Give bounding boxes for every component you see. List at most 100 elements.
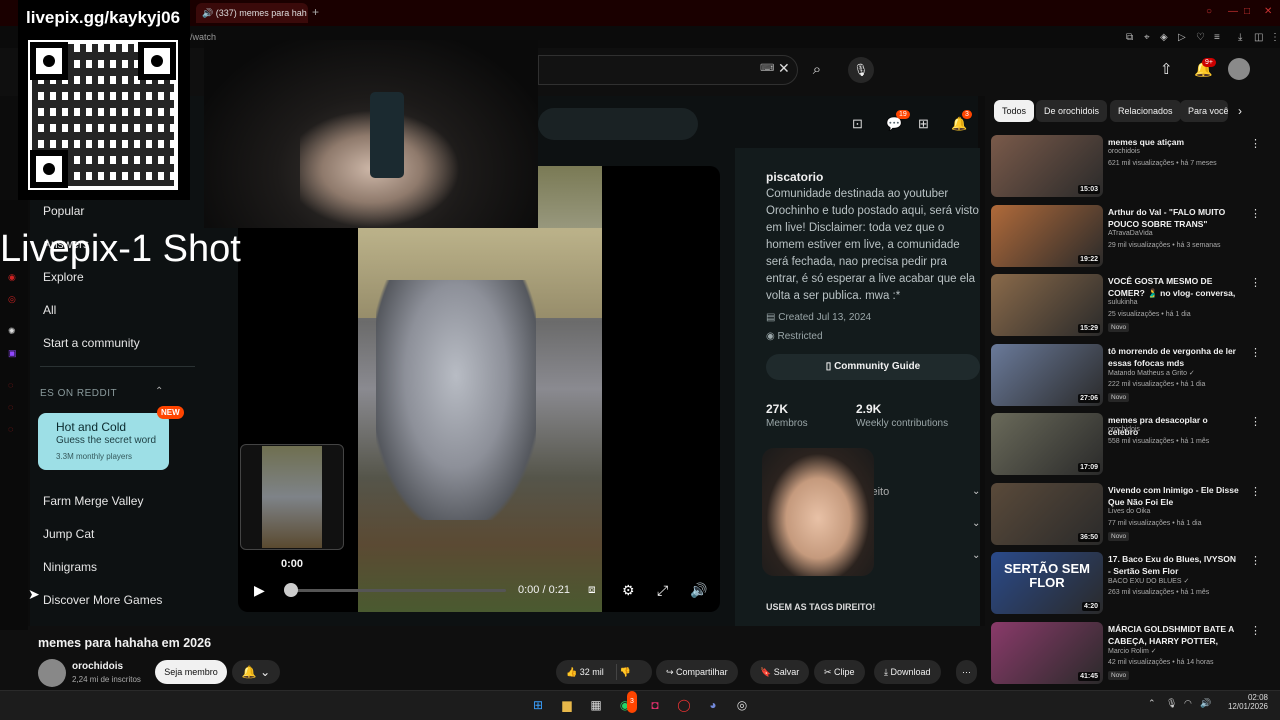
- chevron-down-icon[interactable]: ⌄: [972, 518, 980, 529]
- ad-icon[interactable]: ⊡: [852, 116, 863, 132]
- chip-from-channel[interactable]: De orochidois: [1036, 100, 1108, 122]
- rec-title[interactable]: tô morrendo de vergonha de ler essas fof…: [1108, 345, 1240, 369]
- rec-title[interactable]: Arthur do Val - "FALO MUITO POUCO SOBRE …: [1108, 206, 1240, 230]
- chip-related[interactable]: Relacionados: [1110, 100, 1181, 122]
- chip-all[interactable]: Todos: [994, 100, 1035, 122]
- save-button[interactable]: 🔖 Salvar: [750, 660, 810, 684]
- opera-icon[interactable]: ◯: [674, 695, 694, 715]
- minimize-icon[interactable]: ○: [1206, 6, 1212, 17]
- account-avatar[interactable]: [1228, 58, 1250, 80]
- nav-all[interactable]: All: [43, 303, 56, 317]
- store-icon[interactable]: ▦: [586, 695, 606, 715]
- rec-menu-icon[interactable]: ⋮: [1250, 485, 1261, 498]
- rec-channel[interactable]: BACO EXU DO BLUES ✓: [1108, 577, 1189, 585]
- rec-thumbnail[interactable]: 15:29: [991, 274, 1103, 336]
- create-post-icon[interactable]: ⊞: [918, 116, 929, 132]
- rec-thumbnail[interactable]: 41:45: [991, 622, 1103, 684]
- rec-thumbnail[interactable]: SERTÃO SEM FLOR 4:20: [991, 552, 1103, 614]
- rec-channel[interactable]: Marcio Rolim ✓: [1108, 647, 1157, 655]
- video-progress-bar[interactable]: [290, 589, 506, 592]
- rec-menu-icon[interactable]: ⋮: [1250, 137, 1261, 150]
- community-guide-button[interactable]: ▯ Community Guide: [766, 354, 980, 380]
- reddit-search-bar[interactable]: [538, 108, 698, 140]
- game-item[interactable]: Farm Merge Valley: [43, 494, 143, 508]
- strip-icon-5[interactable]: ◌: [8, 424, 13, 434]
- thumbs-down-icon[interactable]: 👎: [620, 667, 631, 677]
- more-actions-button[interactable]: ⋯: [956, 660, 977, 684]
- list-icon[interactable]: ≡: [1214, 32, 1220, 43]
- like-button[interactable]: 👍 32 mil 👎: [556, 660, 652, 684]
- twitch-icon[interactable]: ▣: [8, 348, 17, 359]
- openai-icon[interactable]: ✺: [8, 326, 16, 337]
- strip-icon-1[interactable]: ◉: [8, 272, 16, 283]
- clip-button[interactable]: ✂ Clipe: [814, 660, 865, 684]
- rec-thumbnail[interactable]: 19:22: [991, 205, 1103, 267]
- chevron-right-icon[interactable]: ›: [1238, 104, 1242, 118]
- rec-menu-icon[interactable]: ⋮: [1250, 276, 1261, 289]
- rec-title[interactable]: 17. Baco Exu do Blues, IVYSON - Sertão S…: [1108, 553, 1240, 577]
- rec-menu-icon[interactable]: ⋮: [1250, 415, 1261, 428]
- captions-icon[interactable]: ⧈: [588, 582, 596, 597]
- rec-menu-icon[interactable]: ⋮: [1250, 346, 1261, 359]
- chip-for-you[interactable]: Para você: [1180, 100, 1228, 122]
- chevron-down-icon[interactable]: ⌄: [972, 486, 980, 497]
- screenshot-icon[interactable]: ◫: [1254, 32, 1263, 43]
- download-button[interactable]: ⤓ Download: [874, 660, 941, 684]
- rec-title[interactable]: memes que atiçam: [1108, 136, 1240, 148]
- strip-icon-3[interactable]: ◌: [8, 380, 13, 390]
- menu-icon[interactable]: ⋮: [1270, 32, 1280, 43]
- chevron-up-icon[interactable]: ⌃: [155, 386, 163, 397]
- rec-title[interactable]: Vivendo com Inimigo - Ele Disse Que Não …: [1108, 484, 1240, 508]
- play-button-icon[interactable]: ▶: [254, 582, 265, 599]
- browser-tab[interactable]: 🔊 (337) memes para hah: [196, 3, 308, 23]
- rec-channel[interactable]: orochidois: [1108, 426, 1140, 433]
- speaker-tray-icon[interactable]: 🔊: [1200, 698, 1211, 709]
- shield-icon[interactable]: ◈: [1160, 32, 1168, 43]
- mic-tray-icon[interactable]: 🎙: [1166, 698, 1177, 709]
- fullscreen-icon[interactable]: ⤢: [657, 582, 668, 599]
- rec-title[interactable]: MÁRCIA GOLDSHMIDT BATE A CABEÇA, HARRY P…: [1108, 623, 1240, 647]
- tray-chevron-icon[interactable]: ⌃: [1148, 698, 1156, 709]
- windows-start-icon[interactable]: ⊞: [528, 695, 548, 715]
- clock[interactable]: 02:08 12/01/2026: [1218, 693, 1268, 711]
- clear-search-icon[interactable]: ✕: [778, 60, 790, 77]
- rec-channel[interactable]: orochidois: [1108, 148, 1140, 155]
- channel-name[interactable]: orochidois: [72, 661, 123, 672]
- download-icon[interactable]: ⤓: [1238, 32, 1242, 43]
- channel-avatar[interactable]: [38, 659, 66, 687]
- upload-icon[interactable]: ⇧: [1160, 60, 1173, 78]
- whatsapp-icon[interactable]: ◉ 3: [615, 691, 637, 715]
- rec-thumbnail[interactable]: 36:50: [991, 483, 1103, 545]
- obs-icon[interactable]: ◎: [732, 695, 752, 715]
- rec-channel[interactable]: ATravaDaVida: [1108, 230, 1153, 237]
- rec-thumbnail[interactable]: 27:06: [991, 344, 1103, 406]
- chat-icon[interactable]: 💬 19: [886, 110, 910, 132]
- file-explorer-icon[interactable]: ▆: [557, 695, 577, 715]
- rec-channel[interactable]: Matando Matheus a Grito ✓: [1108, 369, 1195, 377]
- rec-channel[interactable]: Lives do Oika: [1108, 508, 1150, 515]
- search-input[interactable]: [538, 55, 798, 85]
- volume-icon[interactable]: 🔊: [690, 582, 707, 599]
- camera-icon[interactable]: ⌖: [1144, 32, 1150, 43]
- nav-popular[interactable]: Popular: [43, 204, 84, 218]
- rec-menu-icon[interactable]: ⋮: [1250, 624, 1261, 637]
- new-tab-button[interactable]: +: [312, 5, 319, 19]
- extension-icon-1[interactable]: ⧉: [1126, 32, 1133, 43]
- rec-menu-icon[interactable]: ⋮: [1250, 207, 1261, 220]
- share-button[interactable]: ↪ Compartilhar: [656, 660, 738, 684]
- settings-gear-icon[interactable]: ⚙: [622, 582, 635, 599]
- rec-thumbnail[interactable]: 17:09: [991, 413, 1103, 475]
- rec-thumbnail[interactable]: 15:03: [991, 135, 1103, 197]
- instagram-icon[interactable]: ◘: [645, 695, 665, 715]
- wifi-icon[interactable]: ◠: [1184, 698, 1192, 709]
- game-item[interactable]: Ninigrams: [43, 560, 97, 574]
- games-section-header[interactable]: ES ON REDDIT: [40, 388, 117, 399]
- chevron-down-icon[interactable]: ⌄: [972, 550, 980, 561]
- game-item[interactable]: Jump Cat: [43, 527, 94, 541]
- keyboard-icon[interactable]: ⌨: [760, 63, 774, 74]
- heart-icon[interactable]: ♡: [1196, 32, 1205, 43]
- search-icon[interactable]: ⌕: [802, 55, 832, 85]
- close-window-icon[interactable]: ✕: [1264, 6, 1272, 17]
- restore-icon[interactable]: —: [1228, 6, 1238, 17]
- game-item[interactable]: Discover More Games: [43, 593, 162, 607]
